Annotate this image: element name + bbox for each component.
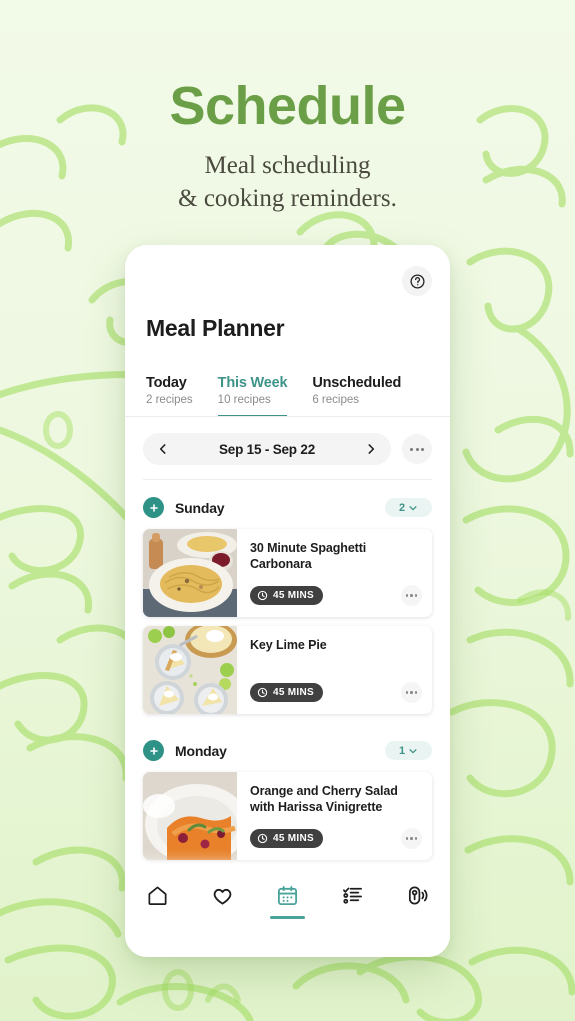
nav-item-favorites[interactable] [201, 884, 245, 919]
nav-item-voice-device[interactable] [396, 884, 440, 919]
chevron-down-icon [409, 748, 417, 753]
recipe-time-label: 45 MINS [273, 590, 315, 601]
recipe-menu-button[interactable] [401, 828, 422, 849]
plus-circle-icon[interactable] [143, 740, 164, 761]
recipe-time-badge: 45 MINS [250, 586, 324, 605]
date-range-pill: Sep 15 - Sep 22 [143, 433, 391, 465]
tab-unscheduled-label: Unscheduled [312, 375, 402, 391]
chevron-left-icon[interactable] [156, 442, 170, 456]
day-header-sunday: Sunday 2 [125, 480, 450, 529]
orange-cherry-salad-photo [143, 772, 237, 860]
recipe-info: Key Lime Pie 45 MINS [237, 626, 432, 714]
recipe-time-label: 45 MINS [273, 833, 315, 844]
day-name-sunday: Sunday [175, 499, 225, 516]
nav-indicator [140, 916, 175, 919]
chevron-down-icon [409, 505, 417, 510]
clock-icon [257, 687, 268, 698]
voice-device-icon [408, 886, 428, 905]
recipe-menu-button[interactable] [401, 585, 422, 606]
clock-icon [257, 833, 268, 844]
tab-bar: Today 2 recipes This Week 10 recipes Uns… [125, 342, 450, 417]
tab-today-count: 2 recipes [146, 394, 193, 406]
day-name-monday: Monday [175, 742, 227, 759]
clock-icon [257, 590, 268, 601]
ellipsis-icon [405, 691, 418, 694]
recipe-card[interactable]: 30 Minute Spaghetti Carbonara 45 MINS [143, 529, 432, 617]
app-title: Meal Planner [146, 315, 285, 341]
nav-indicator [335, 916, 370, 919]
bottom-navigation [125, 870, 450, 957]
page-subtitle-line1: Meal scheduling [204, 151, 371, 179]
date-options-button[interactable] [402, 434, 432, 464]
day-count-sunday[interactable]: 2 [385, 498, 432, 517]
recipe-thumbnail-key-lime-pie [143, 626, 237, 714]
plus-circle-icon[interactable] [143, 497, 164, 518]
calendar-icon [277, 885, 298, 906]
tab-this-week-count: 10 recipes [217, 394, 271, 406]
hero-section: Schedule Meal scheduling & cooking remin… [0, 0, 575, 215]
ellipsis-icon [405, 594, 418, 597]
recipe-thumbnail-carbonara [143, 529, 237, 617]
help-button[interactable] [402, 266, 432, 296]
recipe-time-badge: 45 MINS [250, 829, 324, 848]
recipe-card[interactable]: Key Lime Pie 45 MINS [143, 626, 432, 714]
day-count-monday[interactable]: 1 [385, 741, 432, 760]
tab-today-label: Today [146, 375, 187, 391]
recipe-menu-button[interactable] [401, 682, 422, 703]
day-header-monday: Monday 1 [125, 723, 450, 772]
tab-today[interactable]: Today 2 recipes [146, 375, 193, 417]
recipe-name: Orange and Cherry Salad with Harissa Vin… [250, 784, 398, 814]
nav-item-shopping-list[interactable] [331, 884, 375, 919]
tab-unscheduled-count: 6 recipes [312, 394, 359, 406]
nav-indicator [205, 916, 240, 919]
recipe-card[interactable]: Orange and Cherry Salad with Harissa Vin… [143, 772, 432, 860]
page-title: Schedule [169, 76, 406, 136]
key-lime-pie-photo [143, 626, 237, 714]
day-count-value: 1 [398, 744, 406, 757]
question-circle-icon [409, 273, 425, 289]
tab-this-week[interactable]: This Week 10 recipes [217, 375, 288, 417]
phone-mockup: Meal Planner Today 2 recipes This Week 1… [125, 245, 450, 957]
ellipsis-icon [405, 837, 418, 840]
ellipsis-icon [410, 447, 424, 451]
app-header [125, 245, 450, 315]
recipe-info: Orange and Cherry Salad with Harissa Vin… [237, 772, 432, 860]
recipe-name: 30 Minute Spaghetti Carbonara [250, 541, 367, 571]
spaghetti-carbonara-photo [143, 529, 237, 617]
home-icon [148, 886, 167, 905]
schedule-list[interactable]: Sunday 2 30 Minute Spaghetti Carbonara 4… [125, 480, 450, 957]
nav-indicator [400, 916, 435, 919]
date-range-label: Sep 15 - Sep 22 [218, 441, 316, 457]
day-count-value: 2 [398, 501, 406, 514]
chevron-right-icon[interactable] [364, 442, 378, 456]
tab-this-week-label: This Week [217, 375, 288, 391]
nav-indicator [270, 916, 305, 919]
nav-item-planner[interactable] [266, 884, 310, 919]
recipe-time-label: 45 MINS [273, 687, 315, 698]
tab-unscheduled[interactable]: Unscheduled 6 recipes [312, 375, 401, 417]
recipe-info: 30 Minute Spaghetti Carbonara 45 MINS [237, 529, 432, 617]
heart-icon [213, 888, 232, 905]
page-subtitle: Meal scheduling & cooking reminders. [0, 135, 575, 215]
recipe-name: Key Lime Pie [250, 638, 327, 652]
nav-item-home[interactable] [136, 884, 180, 919]
page-subtitle-line2: & cooking reminders. [178, 184, 397, 212]
recipe-thumbnail-orange-cherry-salad [143, 772, 237, 860]
date-navigation: Sep 15 - Sep 22 [125, 417, 450, 479]
recipe-time-badge: 45 MINS [250, 683, 324, 702]
checklist-icon [343, 887, 362, 904]
